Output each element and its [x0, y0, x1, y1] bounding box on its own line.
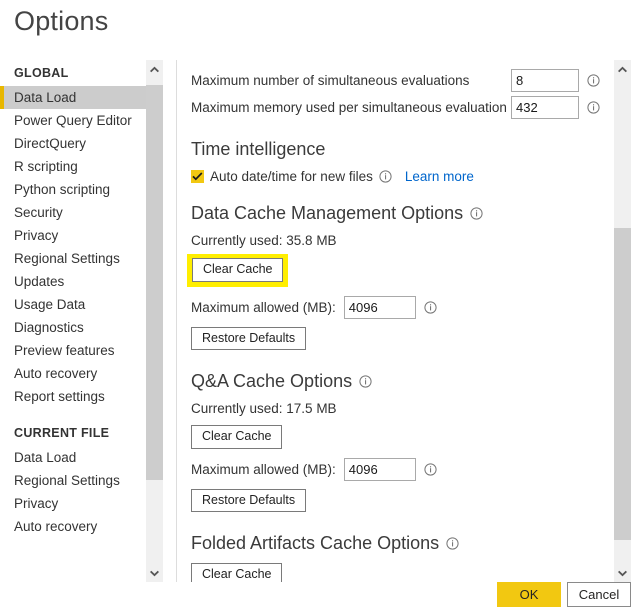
- clear-cache-highlight-annotation: Clear Cache: [187, 254, 289, 287]
- qna-cache-max-allowed-input[interactable]: [343, 457, 416, 481]
- sidebar-item-auto-recovery[interactable]: Auto recovery: [0, 362, 146, 385]
- sidebar-item-r-scripting[interactable]: R scripting: [0, 155, 146, 178]
- data-cache-restore-defaults-row: Restore Defaults: [191, 326, 605, 350]
- info-icon[interactable]: [424, 300, 438, 314]
- page-title: Options: [14, 6, 109, 36]
- sidebar-group-header-current-file: CURRENT FILE: [14, 426, 110, 440]
- sidebar-item-python-scripting[interactable]: Python scripting: [0, 178, 146, 201]
- cancel-button[interactable]: Cancel: [567, 582, 631, 607]
- sidebar-item-label: Privacy: [14, 228, 59, 243]
- max-evaluations-label: Maximum number of simultaneous evaluatio…: [191, 73, 470, 88]
- sidebar-item-current-auto-recovery[interactable]: Auto recovery: [0, 515, 146, 538]
- section-heading-label: Q&A Cache Options: [191, 371, 353, 391]
- auto-date-time-row: Auto date/time for new files Learn more: [191, 169, 605, 184]
- chevron-down-icon[interactable]: [614, 565, 631, 582]
- sidebar-group-spacer: [0, 408, 146, 420]
- data-cache-heading: Data Cache Management Options: [191, 203, 605, 224]
- sidebar-item-label: R scripting: [14, 159, 78, 174]
- sidebar-item-label: Data Load: [14, 450, 77, 465]
- chevron-up-icon[interactable]: [146, 60, 163, 77]
- ok-button[interactable]: OK: [497, 582, 561, 607]
- auto-date-time-checkbox[interactable]: [191, 170, 204, 183]
- qna-cache-currently-used: Currently used: 17.5 MB: [191, 401, 337, 416]
- sidebar-item-label: Usage Data: [14, 297, 86, 312]
- folded-artifacts-clear-row: Clear Cache: [191, 563, 605, 582]
- qna-cache-max-allowed-row: Maximum allowed (MB):: [191, 457, 605, 481]
- qna-cache-restore-defaults-row: Restore Defaults: [191, 488, 605, 512]
- sidebar-item-label: Report settings: [14, 389, 105, 404]
- max-memory-input[interactable]: [511, 96, 579, 119]
- qna-cache-heading: Q&A Cache Options: [191, 371, 605, 392]
- sidebar-item-diagnostics[interactable]: Diagnostics: [0, 316, 146, 339]
- sidebar-group-global: GLOBAL Data Load Power Query Editor Dire…: [0, 60, 146, 408]
- folded-artifacts-cache-heading: Folded Artifacts Cache Options: [191, 533, 605, 554]
- time-intelligence-heading: Time intelligence: [191, 139, 605, 160]
- sidebar-item-privacy[interactable]: Privacy: [0, 224, 146, 247]
- max-memory-label: Maximum memory used per simultaneous eva…: [191, 100, 540, 115]
- qna-cache-restore-defaults-button[interactable]: Restore Defaults: [191, 488, 307, 512]
- sidebar-item-label: Power Query Editor: [14, 113, 132, 128]
- info-icon[interactable]: [445, 537, 459, 551]
- section-heading-label: Folded Artifacts Cache Options: [191, 533, 440, 553]
- sidebar-group-header-global: GLOBAL: [14, 66, 69, 80]
- learn-more-link[interactable]: Learn more: [405, 169, 474, 184]
- info-icon[interactable]: [358, 375, 372, 389]
- qna-cache-max-allowed-label: Maximum allowed (MB):: [191, 461, 336, 477]
- sidebar-item-label: Diagnostics: [14, 320, 84, 335]
- info-icon[interactable]: [424, 462, 438, 476]
- data-cache-restore-defaults-button[interactable]: Restore Defaults: [191, 326, 307, 350]
- sidebar-item-current-privacy[interactable]: Privacy: [0, 492, 146, 515]
- sidebar-item-current-regional-settings[interactable]: Regional Settings: [0, 469, 146, 492]
- info-icon[interactable]: [586, 74, 600, 88]
- options-sidebar: GLOBAL Data Load Power Query Editor Dire…: [0, 60, 146, 582]
- data-cache-max-allowed-input[interactable]: [343, 295, 416, 319]
- sidebar-item-label: Auto recovery: [14, 366, 98, 381]
- options-content-panel: Maximum number of simultaneous evaluatio…: [177, 60, 605, 582]
- max-evaluations-row: Maximum number of simultaneous evaluatio…: [191, 68, 605, 93]
- info-icon[interactable]: [586, 101, 600, 115]
- sidebar-group-current-file: CURRENT FILE Data Load Regional Settings…: [0, 420, 146, 538]
- section-heading-label: Time intelligence: [191, 139, 326, 159]
- sidebar-scrollbar-thumb[interactable]: [146, 85, 163, 480]
- sidebar-item-security[interactable]: Security: [0, 201, 146, 224]
- sidebar-item-label: Data Load: [14, 90, 77, 105]
- sidebar-item-power-query-editor[interactable]: Power Query Editor: [0, 109, 146, 132]
- data-cache-max-allowed-row: Maximum allowed (MB):: [191, 295, 605, 319]
- qna-cache-clear-cache-button[interactable]: Clear Cache: [191, 425, 283, 449]
- sidebar-item-directquery[interactable]: DirectQuery: [0, 132, 146, 155]
- sidebar-item-report-settings[interactable]: Report settings: [0, 385, 146, 408]
- sidebar-item-data-load[interactable]: Data Load: [0, 86, 146, 109]
- auto-date-time-label: Auto date/time for new files: [210, 169, 373, 184]
- content-scrollbar[interactable]: [614, 60, 631, 582]
- qna-cache-clear-row: Clear Cache: [191, 425, 605, 449]
- sidebar-scrollbar[interactable]: [146, 60, 163, 582]
- sidebar-item-current-data-load[interactable]: Data Load: [0, 446, 146, 469]
- sidebar-item-label: Regional Settings: [14, 473, 120, 488]
- sidebar-item-usage-data[interactable]: Usage Data: [0, 293, 146, 316]
- sidebar-item-label: Security: [14, 205, 63, 220]
- data-cache-clear-cache-button[interactable]: Clear Cache: [192, 258, 284, 282]
- sidebar-item-preview-features[interactable]: Preview features: [0, 339, 146, 362]
- sidebar-item-label: Regional Settings: [14, 251, 120, 266]
- section-heading-label: Data Cache Management Options: [191, 203, 464, 223]
- sidebar-item-updates[interactable]: Updates: [0, 270, 146, 293]
- chevron-up-icon[interactable]: [614, 60, 631, 77]
- sidebar-item-label: DirectQuery: [14, 136, 87, 151]
- sidebar-item-label: Updates: [14, 274, 65, 289]
- content-scrollbar-thumb[interactable]: [614, 228, 631, 540]
- info-icon[interactable]: [379, 170, 393, 184]
- sidebar-item-label: Privacy: [14, 496, 59, 511]
- info-icon[interactable]: [469, 207, 483, 221]
- data-cache-currently-used: Currently used: 35.8 MB: [191, 233, 337, 248]
- sidebar-item-label: Preview features: [14, 343, 115, 358]
- max-evaluations-input[interactable]: [511, 69, 579, 92]
- chevron-down-icon[interactable]: [146, 565, 163, 582]
- sidebar-item-regional-settings[interactable]: Regional Settings: [0, 247, 146, 270]
- folded-artifacts-clear-cache-button[interactable]: Clear Cache: [191, 563, 283, 582]
- sidebar-item-label: Auto recovery: [14, 519, 98, 534]
- dialog-footer: OK Cancel: [0, 582, 636, 616]
- sidebar-item-label: Python scripting: [14, 182, 111, 197]
- data-cache-max-allowed-label: Maximum allowed (MB):: [191, 299, 336, 315]
- max-memory-row: Maximum memory used per simultaneous eva…: [191, 95, 605, 120]
